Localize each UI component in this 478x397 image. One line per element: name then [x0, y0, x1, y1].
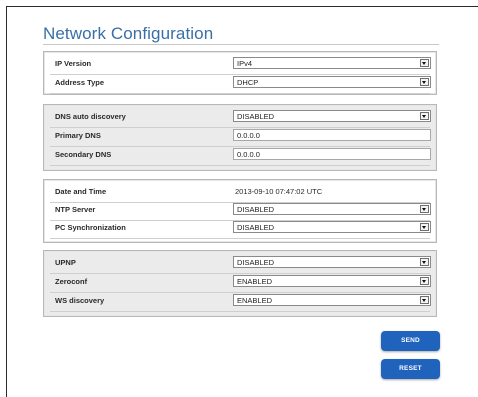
chevron-down-icon[interactable]: [420, 78, 429, 86]
primary-dns-label: Primary DNS: [55, 131, 101, 140]
ws-discovery-select[interactable]: ENABLED: [233, 294, 431, 306]
section-dns: DNS auto discovery DISABLED Primary DNS …: [43, 104, 437, 171]
page-title: Network Configuration: [43, 24, 214, 43]
primary-dns-input[interactable]: 0.0.0.0: [233, 129, 431, 141]
chevron-down-icon[interactable]: [420, 223, 429, 231]
dns-auto-select[interactable]: DISABLED: [233, 110, 431, 122]
ntp-server-value: DISABLED: [237, 205, 275, 214]
date-time-value: 2013-09-10 07:47:02 UTC: [235, 187, 323, 196]
ws-discovery-value: ENABLED: [237, 296, 273, 305]
chevron-down-icon[interactable]: [420, 277, 429, 285]
ws-discovery-label: WS discovery: [55, 296, 105, 305]
secondary-dns-label: Secondary DNS: [55, 150, 112, 159]
chevron-down-icon[interactable]: [420, 258, 429, 266]
row-primary-dns: Primary DNS 0.0.0.0: [50, 127, 431, 147]
zeroconf-value: ENABLED: [237, 277, 273, 286]
secondary-dns-value: 0.0.0.0: [237, 150, 260, 159]
ip-version-label: IP Version: [55, 59, 92, 68]
chevron-down-icon[interactable]: [420, 296, 429, 304]
row-address-type: Address Type DHCP: [50, 74, 431, 94]
row-dns-auto: DNS auto discovery DISABLED: [50, 108, 431, 128]
row-divider: [50, 238, 430, 239]
section-ip: IP Version IPv4 Address Type DHCP: [43, 51, 437, 95]
reset-button[interactable]: RESET: [381, 359, 440, 379]
section-time: Date and Time 2013-09-10 07:47:02 UTC NT…: [43, 179, 437, 243]
upnp-label: UPNP: [55, 258, 76, 267]
address-type-select[interactable]: DHCP: [233, 76, 431, 88]
zeroconf-label: Zeroconf: [55, 277, 88, 286]
ntp-server-label: NTP Server: [55, 205, 96, 214]
ip-version-value: IPv4: [237, 59, 253, 68]
chevron-down-icon[interactable]: [420, 59, 429, 67]
chevron-down-icon[interactable]: [420, 112, 429, 120]
upnp-value: DISABLED: [237, 258, 275, 267]
title-divider: [43, 44, 439, 45]
send-button[interactable]: SEND: [381, 331, 440, 351]
zeroconf-select[interactable]: ENABLED: [233, 275, 431, 287]
row-pc-sync: PC Synchronization DISABLED: [50, 219, 431, 239]
row-secondary-dns: Secondary DNS 0.0.0.0: [50, 146, 431, 166]
row-zeroconf: Zeroconf ENABLED: [50, 273, 431, 293]
row-ws-discovery: WS discovery ENABLED: [50, 292, 431, 312]
date-time-label: Date and Time: [55, 187, 107, 196]
row-divider: [50, 165, 430, 166]
ntp-server-select[interactable]: DISABLED: [233, 203, 431, 215]
upnp-select[interactable]: DISABLED: [233, 256, 431, 268]
address-type-label: Address Type: [55, 78, 105, 87]
primary-dns-value: 0.0.0.0: [237, 131, 260, 140]
row-upnp: UPNP DISABLED: [50, 254, 431, 274]
section-discovery: UPNP DISABLED Zeroconf ENABLED WS discov…: [43, 250, 437, 317]
dns-auto-label: DNS auto discovery: [55, 112, 126, 121]
row-divider: [50, 93, 430, 94]
chevron-down-icon[interactable]: [420, 205, 429, 213]
dns-auto-value: DISABLED: [237, 112, 275, 121]
pc-sync-label: PC Synchronization: [55, 223, 126, 232]
row-divider: [50, 311, 430, 312]
pc-sync-value: DISABLED: [237, 223, 275, 232]
row-ntp-server: NTP Server DISABLED: [50, 201, 431, 221]
secondary-dns-input[interactable]: 0.0.0.0: [233, 148, 431, 160]
row-ip-version: IP Version IPv4: [50, 55, 431, 75]
row-date-time: Date and Time 2013-09-10 07:47:02 UTC: [50, 183, 430, 203]
address-type-value: DHCP: [237, 78, 259, 87]
ip-version-select[interactable]: IPv4: [233, 57, 431, 69]
pc-sync-select[interactable]: DISABLED: [233, 221, 431, 233]
